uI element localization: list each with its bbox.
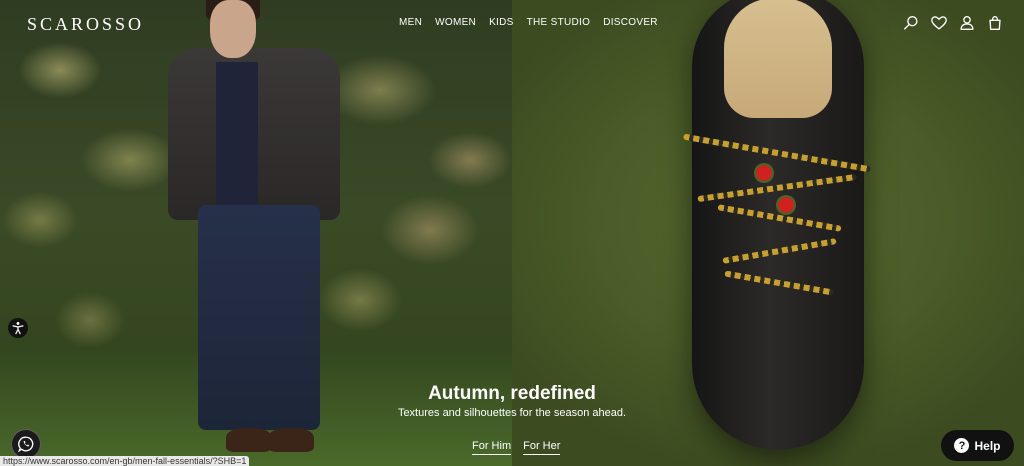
right-shoe [268,428,314,452]
status-bar-url: https://www.scarosso.com/en-gb/men-fall-… [0,456,250,466]
search-icon[interactable] [902,14,920,32]
boot-lining [724,0,832,118]
berry-charm [778,197,794,213]
nav-item-the-studio[interactable]: THE STUDIO [527,17,591,28]
accessibility-icon [12,322,24,335]
whatsapp-button[interactable] [11,429,41,459]
heart-icon[interactable] [930,14,948,32]
nav-item-kids[interactable]: KIDS [489,17,514,28]
bag-icon[interactable] [986,14,1004,32]
nav-item-women[interactable]: WOMEN [435,17,476,28]
cta-for-him[interactable]: For Him [472,440,512,455]
hero-title: Autumn, redefined [428,383,596,404]
user-icon[interactable] [958,14,976,32]
nav-item-discover[interactable]: DISCOVER [603,17,658,28]
boot-lace [682,133,872,173]
help-icon: ? [954,438,970,453]
berry-charm [756,165,772,181]
brand-logo[interactable]: SCAROSSO [27,14,144,35]
help-button[interactable]: ? Help [941,430,1014,461]
hero-cta-row: For Him For Her [472,440,561,455]
head [210,0,256,58]
help-button-label: Help [974,438,1001,453]
boot-lace [697,173,857,203]
boot-lace [724,270,834,296]
header-icons [902,14,1004,32]
main-nav: MEN WOMEN KIDS THE STUDIO DISCOVER [399,17,671,28]
cta-for-her[interactable]: For Her [523,440,561,455]
whatsapp-icon [17,436,34,453]
boot-lace [722,238,837,264]
nav-item-men[interactable]: MEN [399,17,422,28]
sweater [216,62,258,212]
accessibility-button[interactable] [8,318,28,338]
left-shoe [226,428,272,452]
hero-subtitle: Textures and silhouettes for the season … [397,407,627,419]
